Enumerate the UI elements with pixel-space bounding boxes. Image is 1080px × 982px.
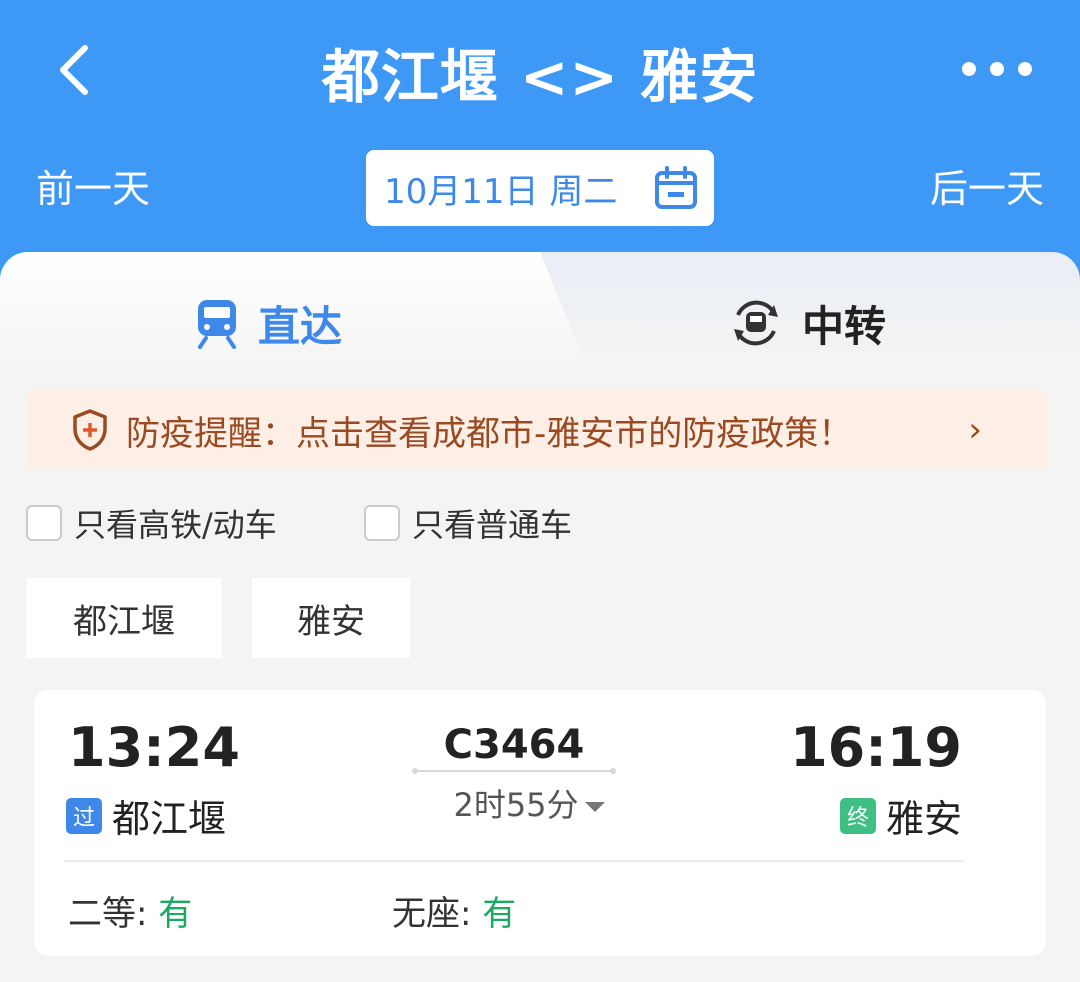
date-picker[interactable]: 10月11日 周二 [366, 150, 714, 226]
filter-highspeed-checkbox[interactable]: 只看高铁/动车 [26, 500, 277, 546]
terminal-badge: 终 [839, 797, 876, 834]
tab-direct[interactable]: 直达 [194, 288, 342, 358]
caret-down-icon [584, 802, 605, 812]
station-filter-arrival[interactable]: 雅安 [252, 578, 410, 658]
arrival-station: 终 雅安 [839, 788, 962, 843]
seat-label: 无座: [392, 894, 483, 934]
dot-icon [1018, 62, 1032, 76]
route-line [412, 768, 616, 774]
train-card[interactable]: 13:24 C3464 2时55分 16:19 过 都江堰 终 雅安 二等: 有… [34, 690, 1046, 956]
calendar-icon [655, 166, 697, 209]
checkbox-icon [364, 505, 400, 541]
duration-text: 2时55分 [453, 786, 579, 824]
arrival-time: 16:19 [790, 716, 962, 779]
tab-direct-label: 直达 [258, 301, 343, 351]
departure-station: 过 都江堰 [66, 788, 226, 843]
next-day-button[interactable]: 后一天 [930, 158, 1044, 213]
pass-through-badge: 过 [66, 797, 102, 834]
seat-availability: 有 [482, 894, 517, 934]
page-title: 都江堰 <> 雅安 [321, 43, 759, 111]
transfer-train-icon [734, 300, 778, 346]
chevron-right-icon: › [968, 410, 982, 450]
prev-day-button[interactable]: 前一天 [36, 158, 150, 213]
divider [64, 860, 964, 862]
filter-normal-checkbox[interactable]: 只看普通车 [364, 500, 572, 546]
date-label: 10月11日 周二 [384, 171, 618, 212]
more-menu-button[interactable] [962, 58, 1032, 80]
departure-station-name: 都江堰 [112, 797, 227, 841]
arrival-station-name: 雅安 [885, 797, 962, 841]
seat-availability: 有 [158, 894, 193, 934]
checkbox-icon [26, 505, 62, 541]
dot-icon [990, 62, 1004, 76]
train-number: C3464 [443, 722, 585, 768]
tab-transfer[interactable]: 中转 [728, 288, 886, 358]
trip-duration[interactable]: 2时55分 [414, 780, 644, 826]
dot-icon [962, 62, 976, 76]
train-icon [198, 300, 236, 349]
shield-plus-icon [73, 409, 107, 451]
seat-second-class: 二等: 有 [68, 886, 192, 935]
departure-time: 13:24 [68, 716, 240, 779]
seat-standing: 无座: 有 [392, 886, 516, 935]
notice-text: 防疫提醒：点击查看成都市-雅安市的防疫政策！ [126, 413, 853, 454]
seat-label: 二等: [68, 894, 159, 934]
filter-label: 只看普通车 [412, 506, 573, 544]
tab-transfer-label: 中转 [802, 301, 887, 351]
epidemic-notice-banner[interactable]: 防疫提醒：点击查看成都市-雅安市的防疫政策！ › [26, 390, 1048, 470]
filter-label: 只看高铁/动车 [74, 506, 277, 544]
station-filter-departure[interactable]: 都江堰 [26, 578, 222, 658]
